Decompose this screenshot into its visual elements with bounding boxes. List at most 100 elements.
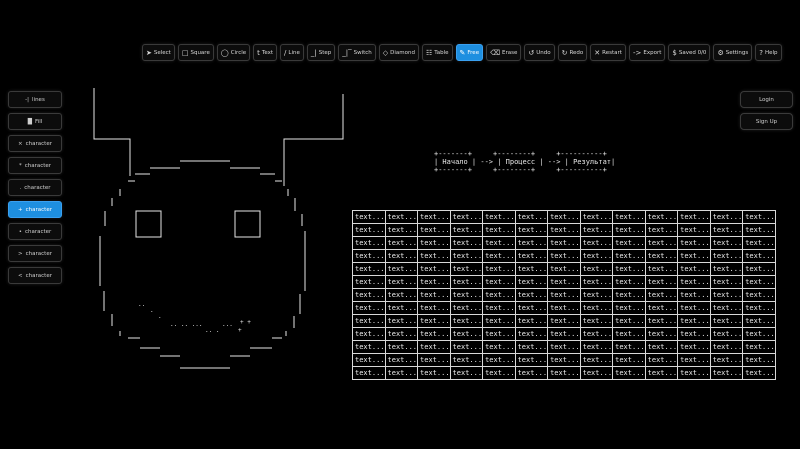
table-cell[interactable]: text... xyxy=(482,301,516,315)
table-cell[interactable]: text... xyxy=(742,340,776,354)
table-cell[interactable]: text... xyxy=(644,275,679,289)
table-cell[interactable]: text... xyxy=(482,288,516,302)
table-cell[interactable]: text... xyxy=(352,314,386,328)
table-cell[interactable]: text... xyxy=(352,223,386,237)
table-cell[interactable]: text... xyxy=(384,314,419,328)
tool-saved-0-0[interactable]: $ Saved 0/0 xyxy=(668,44,711,61)
tool-line[interactable]: / Line xyxy=(280,44,304,61)
drawing-canvas[interactable]: .. . . .. .. ... ... + + + .. . +-------… xyxy=(0,0,800,449)
tool-undo[interactable]: ↺ Undo xyxy=(524,44,555,61)
table-cell[interactable]: text... xyxy=(579,275,614,289)
table-cell[interactable]: text... xyxy=(677,210,711,224)
table-cell[interactable]: text... xyxy=(384,353,419,367)
table-cell[interactable]: text... xyxy=(417,288,451,302)
tool-text[interactable]: t Text xyxy=(253,44,278,61)
tool-restart[interactable]: ✕ Restart xyxy=(590,44,626,61)
table-cell[interactable]: text... xyxy=(417,340,451,354)
table-cell[interactable]: text... xyxy=(612,288,646,302)
tool-help[interactable]: ? Help xyxy=(755,44,782,61)
table-cell[interactable]: text... xyxy=(417,223,451,237)
table-cell[interactable]: text... xyxy=(449,262,484,276)
tool-export[interactable]: -> Export xyxy=(628,44,666,61)
table-cell[interactable]: text... xyxy=(352,210,386,224)
table-cell[interactable]: text... xyxy=(677,353,711,367)
table-cell[interactable]: text... xyxy=(547,353,581,367)
table-cell[interactable]: text... xyxy=(677,327,711,341)
table-cell[interactable]: text... xyxy=(742,288,776,302)
table-cell[interactable]: text... xyxy=(514,288,549,302)
table-cell[interactable]: text... xyxy=(514,353,549,367)
tool-square[interactable]: □ Square xyxy=(177,44,214,61)
table-cell[interactable]: text... xyxy=(514,327,549,341)
table-cell[interactable]: text... xyxy=(514,223,549,237)
table-cell[interactable]: text... xyxy=(514,210,549,224)
table-cell[interactable]: text... xyxy=(384,301,419,315)
table-cell[interactable]: text... xyxy=(384,340,419,354)
table-cell[interactable]: text... xyxy=(449,327,484,341)
table-cell[interactable]: text... xyxy=(742,275,776,289)
table-cell[interactable]: text... xyxy=(482,353,516,367)
brush-option-3[interactable]: * character xyxy=(8,157,62,174)
table-cell[interactable]: text... xyxy=(742,223,776,237)
table-cell[interactable]: text... xyxy=(482,223,516,237)
table-cell[interactable]: text... xyxy=(709,340,744,354)
table-cell[interactable]: text... xyxy=(677,275,711,289)
table-cell[interactable]: text... xyxy=(612,340,646,354)
table-cell[interactable]: text... xyxy=(709,275,744,289)
brush-option-8[interactable]: < character xyxy=(8,267,62,284)
table-cell[interactable]: text... xyxy=(384,366,419,380)
table-cell[interactable]: text... xyxy=(742,327,776,341)
table-cell[interactable]: text... xyxy=(449,340,484,354)
table-cell[interactable]: text... xyxy=(352,340,386,354)
table-cell[interactable]: text... xyxy=(644,249,679,263)
table-cell[interactable]: text... xyxy=(709,314,744,328)
table-cell[interactable]: text... xyxy=(644,366,679,380)
table-cell[interactable]: text... xyxy=(742,353,776,367)
table-cell[interactable]: text... xyxy=(352,249,386,263)
table-cell[interactable]: text... xyxy=(579,340,614,354)
table-cell[interactable]: text... xyxy=(742,262,776,276)
table-cell[interactable]: text... xyxy=(644,236,679,250)
table-cell[interactable]: text... xyxy=(547,314,581,328)
table-cell[interactable]: text... xyxy=(612,353,646,367)
table-cell[interactable]: text... xyxy=(612,210,646,224)
table-cell[interactable]: text... xyxy=(384,223,419,237)
table-cell[interactable]: text... xyxy=(417,327,451,341)
table-cell[interactable]: text... xyxy=(547,210,581,224)
table-cell[interactable]: text... xyxy=(709,327,744,341)
table-cell[interactable]: text... xyxy=(352,275,386,289)
table-cell[interactable]: text... xyxy=(677,366,711,380)
table-cell[interactable]: text... xyxy=(449,288,484,302)
table-cell[interactable]: text... xyxy=(449,366,484,380)
table-cell[interactable]: text... xyxy=(612,275,646,289)
table-cell[interactable]: text... xyxy=(677,262,711,276)
table-cell[interactable]: text... xyxy=(449,301,484,315)
table-cell[interactable]: text... xyxy=(384,210,419,224)
table-cell[interactable]: text... xyxy=(579,327,614,341)
table-cell[interactable]: text... xyxy=(612,327,646,341)
table-cell[interactable]: text... xyxy=(482,249,516,263)
table-cell[interactable]: text... xyxy=(417,301,451,315)
table-cell[interactable]: text... xyxy=(417,314,451,328)
table-cell[interactable]: text... xyxy=(352,288,386,302)
table-cell[interactable]: text... xyxy=(417,210,451,224)
table-cell[interactable]: text... xyxy=(709,223,744,237)
table-cell[interactable]: text... xyxy=(612,249,646,263)
table-cell[interactable]: text... xyxy=(677,301,711,315)
table-cell[interactable]: text... xyxy=(742,314,776,328)
table-cell[interactable]: text... xyxy=(482,236,516,250)
tool-switch[interactable]: _|‾ Switch xyxy=(338,44,376,61)
table-cell[interactable]: text... xyxy=(547,223,581,237)
table-cell[interactable]: text... xyxy=(579,249,614,263)
table-cell[interactable]: text... xyxy=(677,249,711,263)
table-cell[interactable]: text... xyxy=(709,236,744,250)
table-cell[interactable]: text... xyxy=(449,275,484,289)
table-cell[interactable]: text... xyxy=(352,327,386,341)
table-cell[interactable]: text... xyxy=(579,314,614,328)
table-cell[interactable]: text... xyxy=(709,288,744,302)
table-cell[interactable]: text... xyxy=(742,249,776,263)
text-table[interactable]: text... text... text... text... text... text.… xyxy=(352,210,776,380)
table-cell[interactable]: text... xyxy=(417,249,451,263)
table-cell[interactable]: text... xyxy=(547,236,581,250)
table-cell[interactable]: text... xyxy=(547,301,581,315)
